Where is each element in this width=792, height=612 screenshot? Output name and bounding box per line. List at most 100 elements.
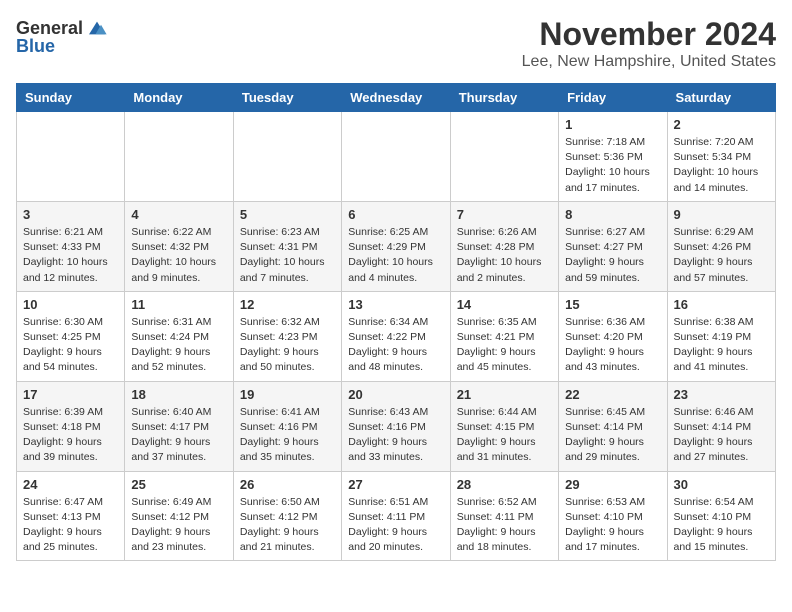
- calendar-day-cell: 11 Sunrise: 6:31 AM Sunset: 4:24 PM Dayli…: [125, 291, 233, 381]
- day-number: 21: [457, 387, 552, 402]
- calendar-day-cell: 23Sunrise: 6:46 AM Sunset: 4:14 PM Dayli…: [667, 381, 775, 471]
- day-number: 27: [348, 477, 443, 492]
- calendar-day-cell: 28 Sunrise: 6:52 AM Sunset: 4:11 PM Dayli…: [450, 471, 558, 561]
- day-detail: Sunrise: 6:21 AM Sunset: 4:33 PM Dayligh…: [23, 225, 118, 286]
- day-detail: Sunrise: 6:23 AM Sunset: 4:31 PM Dayligh…: [240, 225, 335, 286]
- day-detail: Sunrise: 6:25 AM Sunset: 4:29 PM Dayligh…: [348, 225, 443, 286]
- day-detail: Sunrise: 6:30 AM Sunset: 4:25 PM Dayligh…: [23, 315, 118, 376]
- month-title: November 2024: [522, 16, 776, 53]
- calendar-day-cell: [450, 112, 558, 202]
- calendar-day-cell: 20 Sunrise: 6:43 AM Sunset: 4:16 PM Dayli…: [342, 381, 450, 471]
- calendar-day-cell: 21 Sunrise: 6:44 AM Sunset: 4:15 PM Dayli…: [450, 381, 558, 471]
- calendar-day-cell: 30Sunrise: 6:54 AM Sunset: 4:10 PM Dayli…: [667, 471, 775, 561]
- calendar-day-cell: 2 Sunrise: 7:20 AM Sunset: 5:34 PM Daylig…: [667, 112, 775, 202]
- day-detail: Sunrise: 6:26 AM Sunset: 4:28 PM Dayligh…: [457, 225, 552, 286]
- day-detail: Sunrise: 6:49 AM Sunset: 4:12 PM Dayligh…: [131, 495, 226, 556]
- weekday-header: Friday: [559, 84, 667, 112]
- calendar-day-cell: 6 Sunrise: 6:25 AM Sunset: 4:29 PM Daylig…: [342, 201, 450, 291]
- logo-icon: [85, 16, 109, 40]
- day-number: 14: [457, 297, 552, 312]
- calendar-day-cell: 26 Sunrise: 6:50 AM Sunset: 4:12 PM Dayli…: [233, 471, 341, 561]
- calendar-day-cell: [125, 112, 233, 202]
- calendar-day-cell: 13Sunrise: 6:34 AM Sunset: 4:22 PM Dayli…: [342, 291, 450, 381]
- day-number: 19: [240, 387, 335, 402]
- calendar-week-row: 10 Sunrise: 6:30 AM Sunset: 4:25 PM Dayli…: [17, 291, 776, 381]
- day-number: 17: [23, 387, 118, 402]
- page-header: General Blue November 2024 Lee, New Hamp…: [16, 16, 776, 71]
- day-number: 1: [565, 117, 660, 132]
- day-detail: Sunrise: 6:50 AM Sunset: 4:12 PM Dayligh…: [240, 495, 335, 556]
- calendar-week-row: 17 Sunrise: 6:39 AM Sunset: 4:18 PM Dayli…: [17, 381, 776, 471]
- day-detail: Sunrise: 6:41 AM Sunset: 4:16 PM Dayligh…: [240, 405, 335, 466]
- calendar-day-cell: 17 Sunrise: 6:39 AM Sunset: 4:18 PM Dayli…: [17, 381, 125, 471]
- weekday-header: Monday: [125, 84, 233, 112]
- day-number: 6: [348, 207, 443, 222]
- day-detail: Sunrise: 6:45 AM Sunset: 4:14 PM Dayligh…: [565, 405, 660, 466]
- day-number: 10: [23, 297, 118, 312]
- calendar-table: SundayMondayTuesdayWednesdayThursdayFrid…: [16, 83, 776, 561]
- day-number: 16: [674, 297, 769, 312]
- day-number: 13: [348, 297, 443, 312]
- calendar-day-cell: 18Sunrise: 6:40 AM Sunset: 4:17 PM Dayli…: [125, 381, 233, 471]
- day-detail: Sunrise: 6:39 AM Sunset: 4:18 PM Dayligh…: [23, 405, 118, 466]
- title-section: November 2024 Lee, New Hampshire, United…: [522, 16, 776, 71]
- day-detail: Sunrise: 6:29 AM Sunset: 4:26 PM Dayligh…: [674, 225, 769, 286]
- day-detail: Sunrise: 7:20 AM Sunset: 5:34 PM Dayligh…: [674, 135, 769, 196]
- day-detail: Sunrise: 6:53 AM Sunset: 4:10 PM Dayligh…: [565, 495, 660, 556]
- day-number: 29: [565, 477, 660, 492]
- weekday-header: Saturday: [667, 84, 775, 112]
- day-number: 18: [131, 387, 226, 402]
- day-number: 25: [131, 477, 226, 492]
- day-detail: Sunrise: 6:36 AM Sunset: 4:20 PM Dayligh…: [565, 315, 660, 376]
- day-detail: Sunrise: 6:52 AM Sunset: 4:11 PM Dayligh…: [457, 495, 552, 556]
- weekday-header: Wednesday: [342, 84, 450, 112]
- calendar-day-cell: 8 Sunrise: 6:27 AM Sunset: 4:27 PM Daylig…: [559, 201, 667, 291]
- calendar-day-cell: 19 Sunrise: 6:41 AM Sunset: 4:16 PM Dayli…: [233, 381, 341, 471]
- calendar-day-cell: 16Sunrise: 6:38 AM Sunset: 4:19 PM Dayli…: [667, 291, 775, 381]
- calendar-day-cell: [17, 112, 125, 202]
- day-detail: Sunrise: 6:47 AM Sunset: 4:13 PM Dayligh…: [23, 495, 118, 556]
- weekday-header: Tuesday: [233, 84, 341, 112]
- calendar-day-cell: 25 Sunrise: 6:49 AM Sunset: 4:12 PM Dayli…: [125, 471, 233, 561]
- day-detail: Sunrise: 7:18 AM Sunset: 5:36 PM Dayligh…: [565, 135, 660, 196]
- calendar-day-cell: 29 Sunrise: 6:53 AM Sunset: 4:10 PM Dayli…: [559, 471, 667, 561]
- day-number: 12: [240, 297, 335, 312]
- calendar-day-cell: 10 Sunrise: 6:30 AM Sunset: 4:25 PM Dayli…: [17, 291, 125, 381]
- day-number: 20: [348, 387, 443, 402]
- day-number: 30: [674, 477, 769, 492]
- calendar-week-row: 1 Sunrise: 7:18 AM Sunset: 5:36 PM Daylig…: [17, 112, 776, 202]
- logo: General Blue: [16, 16, 109, 57]
- day-number: 7: [457, 207, 552, 222]
- day-detail: Sunrise: 6:35 AM Sunset: 4:21 PM Dayligh…: [457, 315, 552, 376]
- day-detail: Sunrise: 6:46 AM Sunset: 4:14 PM Dayligh…: [674, 405, 769, 466]
- day-detail: Sunrise: 6:22 AM Sunset: 4:32 PM Dayligh…: [131, 225, 226, 286]
- day-number: 28: [457, 477, 552, 492]
- day-detail: Sunrise: 6:44 AM Sunset: 4:15 PM Dayligh…: [457, 405, 552, 466]
- day-detail: Sunrise: 6:27 AM Sunset: 4:27 PM Dayligh…: [565, 225, 660, 286]
- calendar-day-cell: 22Sunrise: 6:45 AM Sunset: 4:14 PM Dayli…: [559, 381, 667, 471]
- day-number: 11: [131, 297, 226, 312]
- calendar-day-cell: 14 Sunrise: 6:35 AM Sunset: 4:21 PM Dayli…: [450, 291, 558, 381]
- day-number: 3: [23, 207, 118, 222]
- calendar-day-cell: 12Sunrise: 6:32 AM Sunset: 4:23 PM Dayli…: [233, 291, 341, 381]
- calendar-day-cell: [233, 112, 341, 202]
- day-detail: Sunrise: 6:31 AM Sunset: 4:24 PM Dayligh…: [131, 315, 226, 376]
- day-number: 9: [674, 207, 769, 222]
- day-number: 8: [565, 207, 660, 222]
- calendar-day-cell: 15 Sunrise: 6:36 AM Sunset: 4:20 PM Dayli…: [559, 291, 667, 381]
- calendar-day-cell: 5Sunrise: 6:23 AM Sunset: 4:31 PM Daylig…: [233, 201, 341, 291]
- calendar-day-cell: [342, 112, 450, 202]
- calendar-week-row: 3 Sunrise: 6:21 AM Sunset: 4:33 PM Daylig…: [17, 201, 776, 291]
- calendar-day-cell: 4 Sunrise: 6:22 AM Sunset: 4:32 PM Daylig…: [125, 201, 233, 291]
- weekday-header: Sunday: [17, 84, 125, 112]
- day-number: 4: [131, 207, 226, 222]
- day-detail: Sunrise: 6:43 AM Sunset: 4:16 PM Dayligh…: [348, 405, 443, 466]
- calendar-day-cell: 1 Sunrise: 7:18 AM Sunset: 5:36 PM Daylig…: [559, 112, 667, 202]
- calendar-day-cell: 27 Sunrise: 6:51 AM Sunset: 4:11 PM Dayli…: [342, 471, 450, 561]
- day-number: 2: [674, 117, 769, 132]
- logo-blue-text: Blue: [16, 36, 55, 57]
- day-number: 15: [565, 297, 660, 312]
- calendar-day-cell: 24Sunrise: 6:47 AM Sunset: 4:13 PM Dayli…: [17, 471, 125, 561]
- day-number: 26: [240, 477, 335, 492]
- day-detail: Sunrise: 6:51 AM Sunset: 4:11 PM Dayligh…: [348, 495, 443, 556]
